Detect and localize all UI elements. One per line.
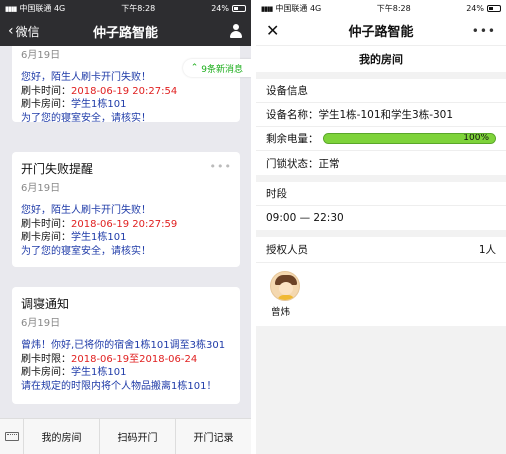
status-bar: ▮▮▮▮ 中国联通 4G 下午8:28 24% <box>0 0 251 16</box>
new-messages-pill[interactable]: ⌃ 9条新消息 <box>182 59 251 77</box>
card-date: 6月19日 <box>21 318 61 329</box>
back-button[interactable]: ‹ 微信 <box>8 23 40 40</box>
message-card[interactable]: 6月19日 您好，陌生人刷卡开门失败！ 刷卡时间：2018-06-19 20:2… <box>12 46 240 124</box>
power-bar: 100% <box>322 133 496 144</box>
back-label: 微信 <box>15 24 40 39</box>
card-value: 2018-06-19 20:27:59 <box>71 218 178 230</box>
person-name: 曾炜 <box>271 307 291 318</box>
nav-bar: ✕ 仲子路智能 ••• <box>256 16 506 46</box>
device-name-row: 设备名称： 学生1栋-101和学生3栋-301 <box>256 103 506 127</box>
double-chevron-up-icon: ⌃ <box>190 63 199 73</box>
keyboard-toggle[interactable] <box>0 418 24 454</box>
card-line: 为了您的寝室安全，请核实！ <box>21 245 151 257</box>
nav-bar: ‹ 微信 仲子路智能 <box>0 16 251 46</box>
card-key: 刷卡房间： <box>21 232 71 243</box>
screens: ▮▮▮▮ 中国联通 4G 下午8:28 24% ‹ 微信 仲子路智能 6月19日 … <box>0 0 506 454</box>
tab-open-records[interactable]: 开门记录 <box>176 419 251 454</box>
card-key: 刷卡房间： <box>21 367 71 378</box>
status-bar: ▮▮▮▮ 中国联通 4G 下午8:28 24% <box>256 0 506 16</box>
card-title: 调寝通知 <box>21 297 70 311</box>
power-label: 剩余电量： <box>266 133 319 145</box>
status-time: 下午8:28 <box>376 3 411 13</box>
user-icon[interactable] <box>229 24 243 38</box>
carrier: 中国联通 4G <box>275 3 322 13</box>
card-key: 刷卡时间： <box>21 218 71 230</box>
close-icon[interactable]: ✕ <box>266 21 279 40</box>
section-title: 我的房间 <box>256 46 506 72</box>
lock-row: 门锁状态： 正常 <box>256 151 506 175</box>
status-time: 下午8:28 <box>121 3 156 13</box>
tab-my-room[interactable]: 我的房间 <box>24 418 100 454</box>
message-feed[interactable]: 6月19日 您好，陌生人刷卡开门失败！ 刷卡时间：2018-06-19 20:2… <box>0 46 251 418</box>
signal-icon: ▮▮▮▮ <box>5 4 17 13</box>
device-info-heading: 设备信息 <box>256 79 506 103</box>
power-row: 剩余电量： 100% <box>256 127 506 151</box>
card-value: 学生1栋101 <box>71 99 127 110</box>
message-card[interactable]: ••• 开门失败提醒 6月19日 您好，陌生人刷卡开门失败！ 刷卡时间：2018… <box>12 152 240 267</box>
more-icon[interactable]: ••• <box>472 24 496 38</box>
card-date: 6月19日 <box>21 183 61 194</box>
chat-screen: ▮▮▮▮ 中国联通 4G 下午8:28 24% ‹ 微信 仲子路智能 6月19日 … <box>0 0 251 454</box>
bottom-menu: 我的房间 扫码开门 开门记录 <box>0 418 251 454</box>
card-value: 2018-06-19 20:27:54 <box>71 85 178 97</box>
lock-value: 正常 <box>318 157 340 170</box>
room-screen: ▮▮▮▮ 中国联通 4G 下午8:28 24% ✕ 仲子路智能 ••• 我的房间 … <box>256 0 506 454</box>
card-value: 2018-06-19至2018-06-24 <box>71 353 198 365</box>
lock-label: 门锁状态： <box>266 157 319 170</box>
card-value: 学生1栋101 <box>71 232 127 243</box>
card-line: 为了您的寝室安全，请核实！ <box>21 112 151 124</box>
auth-group: 授权人员 1人 曾炜 <box>256 237 506 326</box>
page-title: 仲子路智能 <box>348 25 414 40</box>
auth-count: 1人 <box>478 244 496 256</box>
card-key: 刷卡时限： <box>21 353 71 365</box>
card-key: 刷卡时间： <box>21 85 71 97</box>
battery-icon <box>486 4 501 12</box>
auth-person[interactable]: 曾炜 <box>256 263 506 326</box>
period-heading: 时段 <box>256 182 506 206</box>
auth-header: 授权人员 1人 <box>256 237 506 263</box>
keyboard-icon <box>4 432 19 441</box>
more-icon[interactable]: ••• <box>210 160 232 173</box>
battery-icon <box>231 4 246 12</box>
device-name-value: 学生1栋-101和学生3栋-301 <box>318 109 454 121</box>
period-value: 09:00 — 22:30 <box>266 212 344 224</box>
period-group: 时段 09:00 — 22:30 <box>256 182 506 230</box>
power-percent: 100% <box>463 133 489 143</box>
card-key: 刷卡房间： <box>21 99 71 110</box>
carrier: 中国联通 4G <box>19 3 66 13</box>
signal-icon: ▮▮▮▮ <box>261 4 273 13</box>
card-value: 学生1栋101 <box>71 367 127 378</box>
new-messages-label: 9条新消息 <box>201 64 243 75</box>
device-name-label: 设备名称： <box>266 109 319 121</box>
message-card[interactable]: 调寝通知 6月19日 曾炜！你好,已将你的宿舍1栋101调至3栋301 刷卡时限… <box>12 287 240 404</box>
device-info-group: 设备信息 设备名称： 学生1栋-101和学生3栋-301 剩余电量： 100% … <box>256 79 506 175</box>
auth-heading: 授权人员 <box>266 244 308 256</box>
card-line: 您好，陌生人刷卡开门失败！ <box>21 205 151 216</box>
battery-percent: 24% <box>466 3 484 13</box>
battery-percent: 24% <box>211 3 229 13</box>
avatar <box>270 271 300 301</box>
tab-scan-open[interactable]: 扫码开门 <box>100 418 176 454</box>
card-line: 请在规定的时限内将个人物品搬离1栋101！ <box>21 380 217 392</box>
card-line: 曾炜！你好,已将你的宿舍1栋101调至3栋301 <box>21 340 226 351</box>
chevron-left-icon: ‹ <box>8 23 14 39</box>
card-title: 开门失败提醒 <box>21 162 94 176</box>
